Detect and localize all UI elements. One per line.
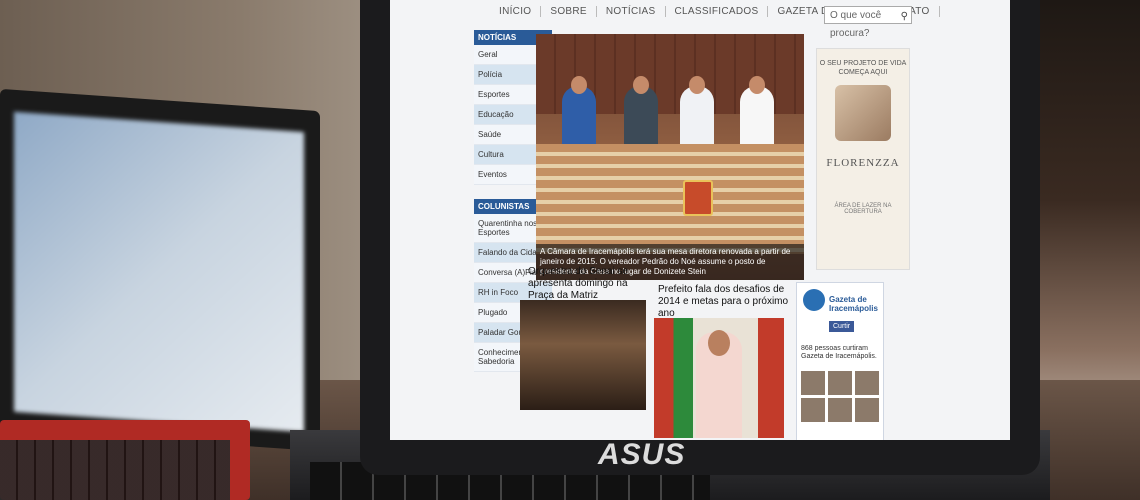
news-item[interactable]: Orquestra do Senai se apresenta domingo … xyxy=(528,266,652,302)
city-crest-icon xyxy=(683,180,713,216)
background-keyboard xyxy=(0,440,230,500)
news-image-orchestra[interactable] xyxy=(520,300,646,410)
facebook-like-button[interactable]: Curtir xyxy=(829,321,855,332)
page-logo-icon[interactable] xyxy=(803,289,825,311)
nav-noticias[interactable]: NOTÍCIAS xyxy=(597,5,666,17)
news-image-mayor[interactable] xyxy=(654,318,784,438)
ad-headline: O SEU PROJETO DE VIDA COMEÇA AQUI xyxy=(819,60,907,76)
news-item[interactable]: Prefeito fala dos desafios de 2014 e met… xyxy=(658,284,802,320)
facebook-widget: Gazeta de Iracemápolis Curtir 868 pessoa… xyxy=(796,282,884,440)
nav-sobre[interactable]: SOBRE xyxy=(541,5,597,17)
news-title[interactable]: Prefeito fala dos desafios de 2014 e met… xyxy=(658,284,802,320)
featured-news-image[interactable]: A Câmara de Iracemápolis terá sua mesa d… xyxy=(536,34,804,280)
fan-avatar[interactable] xyxy=(828,371,852,395)
ad-family-photo xyxy=(835,85,891,141)
search-icon[interactable]: ⚲ xyxy=(901,8,908,26)
fan-avatar[interactable] xyxy=(855,371,879,395)
hero-desk xyxy=(536,144,804,254)
facebook-fan-grid xyxy=(801,371,881,422)
fan-avatar[interactable] xyxy=(855,398,879,422)
news-title[interactable]: Orquestra do Senai se apresenta domingo … xyxy=(528,266,652,302)
background-laptop xyxy=(0,88,320,452)
ad-brand: FLORENZZA xyxy=(826,157,900,169)
laptop-brand-logo: ASUS xyxy=(598,438,686,471)
facebook-like-count: 868 pessoas curtiram Gazeta de Iracemápo… xyxy=(801,345,877,360)
facebook-page-name[interactable]: Gazeta de Iracemápolis xyxy=(829,295,883,313)
search-input[interactable]: O que você procura? ⚲ xyxy=(824,6,912,39)
search-placeholder: O que você procura? xyxy=(830,10,882,39)
mayor-figure xyxy=(696,330,742,438)
laptop-screen: INÍCIO SOBRE NOTÍCIAS CLASSIFICADOS GAZE… xyxy=(390,0,1010,440)
fan-avatar[interactable] xyxy=(801,371,825,395)
ad-banner[interactable]: O SEU PROJETO DE VIDA COMEÇA AQUI FLOREN… xyxy=(816,48,910,270)
fan-avatar[interactable] xyxy=(801,398,825,422)
fan-avatar[interactable] xyxy=(828,398,852,422)
background-laptop-screen xyxy=(14,111,304,433)
ad-footer: ÁREA DE LAZER NA COBERTURA xyxy=(834,203,892,215)
nav-inicio[interactable]: INÍCIO xyxy=(490,5,542,17)
nav-classificados[interactable]: CLASSIFICADOS xyxy=(666,5,769,17)
